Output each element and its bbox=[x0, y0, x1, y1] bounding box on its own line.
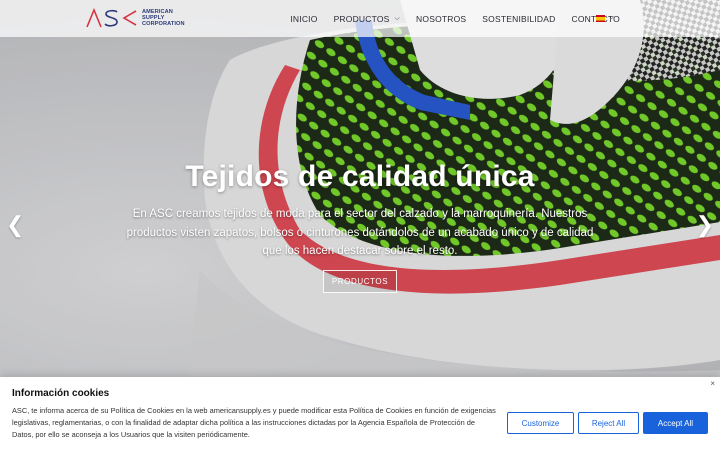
nav-item-nosotros[interactable]: NOSOTROS bbox=[416, 14, 466, 24]
chevron-down-icon: ⌵ bbox=[609, 14, 615, 21]
hero-description: En ASC creamos tejidos de moda para el s… bbox=[126, 208, 594, 257]
nav-item-inicio[interactable]: INICIO bbox=[290, 14, 317, 24]
hero-products-button[interactable]: PRODUCTOS bbox=[323, 270, 397, 293]
reject-all-button[interactable]: Reject All bbox=[578, 412, 639, 434]
accept-all-button[interactable]: Accept All bbox=[643, 412, 708, 434]
nav-label: NOSOTROS bbox=[416, 13, 467, 24]
language-selector[interactable]: ⌵ bbox=[596, 14, 614, 22]
customize-button[interactable]: Customize bbox=[507, 412, 574, 434]
cookie-description: ASC, te informa acerca de su Política de… bbox=[12, 406, 496, 439]
hero-title: Tejidos de calidad única bbox=[185, 160, 535, 193]
cookie-title: Información cookies bbox=[12, 388, 110, 399]
nav-item-productos[interactable]: PRODUCTOS ⌵ bbox=[334, 14, 400, 24]
site-header: AMERICAN SUPPLY CORPORATION INICIO PRODU… bbox=[0, 0, 720, 37]
cookie-banner: × Información cookies ASC, te informa ac… bbox=[0, 377, 720, 450]
close-icon[interactable]: × bbox=[710, 379, 715, 388]
asc-logo[interactable]: AMERICAN SUPPLY CORPORATION bbox=[86, 8, 185, 28]
chevron-down-icon: ⌵ bbox=[394, 14, 401, 22]
nav-label: PRODUCTOS bbox=[333, 13, 390, 24]
main-nav: INICIO PRODUCTOS ⌵ NOSOTROS SOSTENIBILIDA… bbox=[274, 0, 620, 37]
nav-label: SOSTENIBILIDAD bbox=[482, 13, 556, 24]
chevron-right-icon[interactable]: ❯ bbox=[696, 212, 714, 238]
spain-flag-icon bbox=[596, 14, 605, 22]
logo-line: CORPORATION bbox=[142, 21, 185, 27]
chevron-left-icon[interactable]: ❮ bbox=[6, 212, 24, 238]
nav-label: INICIO bbox=[290, 13, 318, 24]
logo-mark bbox=[86, 8, 137, 28]
logo-wordmark: AMERICAN SUPPLY CORPORATION bbox=[142, 9, 185, 27]
nav-item-sostenibilidad[interactable]: SOSTENIBILIDAD bbox=[482, 14, 555, 24]
